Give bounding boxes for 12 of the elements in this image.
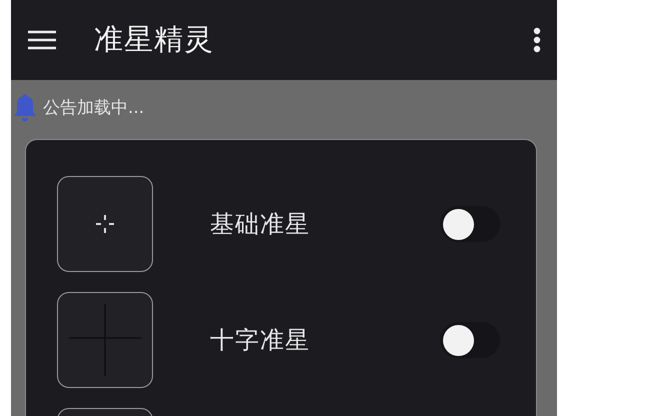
crosshair-preview[interactable]: [57, 292, 153, 388]
toggle-switch[interactable]: [440, 322, 500, 358]
crosshair-label: 基础准星: [210, 209, 311, 240]
crosshair-preview[interactable]: [57, 176, 153, 272]
notice-text: 公告加载中...: [43, 97, 144, 119]
toggle-switch[interactable]: [440, 206, 500, 242]
crosshair-label: 十字准星: [210, 325, 311, 356]
bell-icon: [13, 92, 37, 122]
menu-button[interactable]: [28, 30, 56, 50]
more-options-button[interactable]: [533, 27, 541, 53]
crosshair-icon: [95, 214, 115, 234]
app-title: 准星精灵: [94, 21, 215, 58]
